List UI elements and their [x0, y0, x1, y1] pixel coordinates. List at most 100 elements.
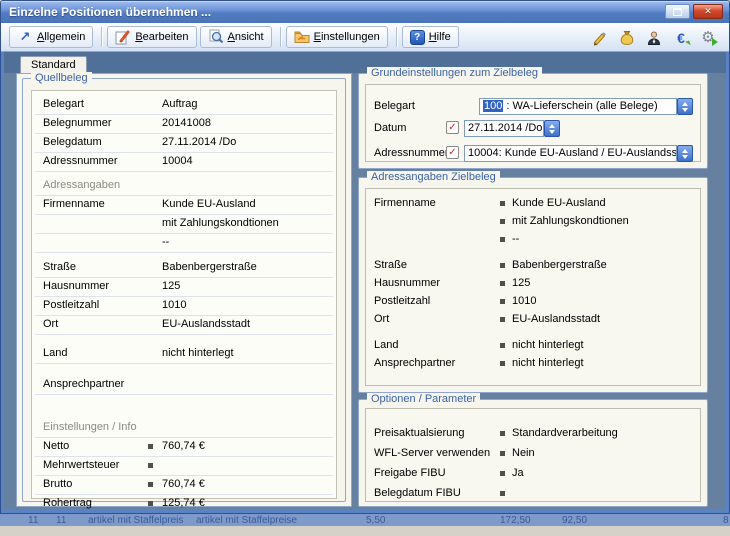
group-title: Adressangaben Zielbeleg [367, 171, 500, 184]
section-header: Adressangaben [35, 177, 333, 196]
field-row: BelegartAuftrag [35, 96, 333, 115]
field-row: Belegdatum27.11.2014 /Do [35, 134, 333, 153]
check-icon: ✓ [448, 147, 456, 158]
field-row: Postleitzahl1010 [366, 293, 700, 311]
adressnummer-spinner[interactable] [677, 145, 693, 162]
arrow-ne-icon: ↗ [17, 29, 33, 45]
toolbar: ↗ Allgemein Bearbeiten Ansicht Einstellu… [1, 23, 729, 52]
group-optionen: Optionen / Parameter PreisaktualsierungS… [358, 399, 708, 507]
bullet-icon [148, 444, 153, 449]
quellbeleg-panel: BelegartAuftrag Belegnummer20141008 Bele… [31, 90, 337, 499]
tab-standard[interactable]: Standard [20, 56, 87, 73]
bullet-icon [148, 501, 153, 506]
field-row: FirmennameKunde EU-Ausland [35, 196, 333, 215]
euro-icon[interactable]: € [672, 29, 690, 47]
restore-icon [673, 8, 682, 16]
person-icon[interactable] [645, 29, 663, 47]
field-row: Freigabe FIBUJa [366, 465, 700, 483]
bullet-icon [500, 281, 505, 286]
datum-uebernehmen-checkbox[interactable]: ✓ [446, 121, 459, 134]
field-row: FirmennameKunde EU-Ausland [366, 195, 700, 213]
bullet-icon [148, 482, 153, 487]
adressnummer-field[interactable]: 10004: Kunde EU-Ausland / EU-Auslandssta… [464, 145, 677, 162]
toolbar-button-hilfe[interactable]: ? Hilfe [402, 26, 459, 48]
field-row: -- [366, 231, 700, 249]
sign-pen-icon[interactable] [591, 29, 609, 47]
bullet-icon [500, 471, 505, 476]
toolbar-button-einstellungen[interactable]: Einstellungen [286, 26, 388, 48]
toolbar-label: Allgemein [37, 31, 85, 43]
bullet-icon [500, 361, 505, 366]
window-title: Einzelne Positionen übernehmen ... [9, 5, 211, 19]
field-row: Mehrwertsteuer [35, 457, 333, 476]
bullet-icon [500, 263, 505, 268]
bullet-icon [500, 317, 505, 322]
field-row: Belegdatum FIBU [366, 485, 700, 503]
bullet-icon [500, 451, 505, 456]
field-row: mit Zahlungskondtionen [35, 215, 333, 234]
group-grundeinstellungen: Grundeinstellungen zum Zielbeleg Belegar… [358, 73, 708, 169]
help-icon: ? [410, 30, 425, 45]
field-row: Ansprechpartnernicht hinterlegt [366, 355, 700, 373]
field-row: Ansprechpartner [35, 376, 333, 395]
field-row: -- [35, 234, 333, 253]
field-row: Landnicht hinterlegt [35, 345, 333, 364]
field-row: Brutto760,74 € [35, 476, 333, 495]
group-quellbeleg: Quellbeleg BelegartAuftrag Belegnummer20… [22, 78, 346, 502]
magnifier-icon [208, 29, 224, 45]
toolbar-label: Ansicht [228, 31, 264, 43]
bullet-icon [500, 299, 505, 304]
field-row: Hausnummer125 [366, 275, 700, 293]
toolbar-label: Hilfe [429, 31, 451, 43]
field-row: WFL-Server verwendenNein [366, 445, 700, 463]
optionen-panel: PreisaktualsierungStandardverarbeitung W… [365, 408, 701, 502]
bullet-icon [500, 343, 505, 348]
group-title: Grundeinstellungen zum Zielbeleg [367, 67, 542, 80]
check-icon: ✓ [448, 122, 456, 133]
bullet-icon [500, 237, 505, 242]
bullet-icon [500, 431, 505, 436]
datum-label: Datum [374, 122, 406, 134]
field-row: StraßeBabenbergerstraße [35, 259, 333, 278]
toolbar-button-ansicht[interactable]: Ansicht [200, 26, 272, 48]
group-adressangaben-ziel: Adressangaben Zielbeleg FirmennameKunde … [358, 177, 708, 393]
restore-button[interactable] [665, 4, 690, 19]
background-grid-row: 11 11 artikel mit Staffelpreis artikel m… [0, 514, 730, 526]
toolbar-button-allgemein[interactable]: ↗ Allgemein [9, 26, 93, 48]
gear-refresh-icon[interactable]: ⚙ [699, 29, 717, 47]
field-row: OrtEU-Auslandsstadt [35, 316, 333, 335]
bullet-icon [500, 491, 505, 496]
datum-field[interactable]: 27.11.2014 /Do [464, 120, 544, 137]
field-row: PreisaktualsierungStandardverarbeitung [366, 425, 700, 443]
toolbar-button-bearbeiten[interactable]: Bearbeiten [107, 26, 196, 48]
folder-settings-icon [294, 29, 310, 45]
field-row: Rohertrag125,74 € [35, 495, 333, 509]
close-button[interactable]: ✕ [693, 4, 723, 19]
belegart-label: Belegart [374, 100, 415, 112]
dialog-window: Einzelne Positionen übernehmen ... ✕ ↗ A… [0, 0, 730, 514]
tab-strip [4, 52, 726, 73]
bullet-icon [500, 201, 505, 206]
money-bag-icon[interactable] [618, 29, 636, 47]
datum-spinner[interactable] [544, 120, 560, 137]
field-row: Belegnummer20141008 [35, 115, 333, 134]
group-title: Quellbeleg [31, 72, 92, 85]
field-row: Postleitzahl1010 [35, 297, 333, 316]
belegart-select[interactable]: 100 : WA-Lieferschein (alle Belege) [479, 98, 677, 115]
toolbar-separator [280, 27, 281, 47]
field-row: Adressnummer10004 [35, 153, 333, 172]
dialog-content: Standard Quellbeleg BelegartAuftrag Bele… [4, 52, 726, 509]
bullet-icon [500, 219, 505, 224]
field-row: StraßeBabenbergerstraße [366, 257, 700, 275]
grundeinstellungen-panel: Belegart 100 : WA-Lieferschein (alle Bel… [365, 84, 701, 162]
toolbar-label: Bearbeiten [135, 31, 188, 43]
belegart-spinner[interactable] [677, 98, 693, 115]
bullet-icon [148, 463, 153, 468]
adressnummer-uebernehmen-checkbox[interactable]: ✓ [446, 146, 459, 159]
titlebar[interactable]: Einzelne Positionen übernehmen ... ✕ [1, 1, 729, 24]
field-row: Netto760,74 € [35, 438, 333, 457]
field-row: mit Zahlungskondtionen [366, 213, 700, 231]
edit-tool-icon [115, 29, 131, 45]
adressangaben-ziel-panel: FirmennameKunde EU-Ausland mit Zahlungsk… [365, 188, 701, 386]
toolbar-separator [396, 27, 397, 47]
